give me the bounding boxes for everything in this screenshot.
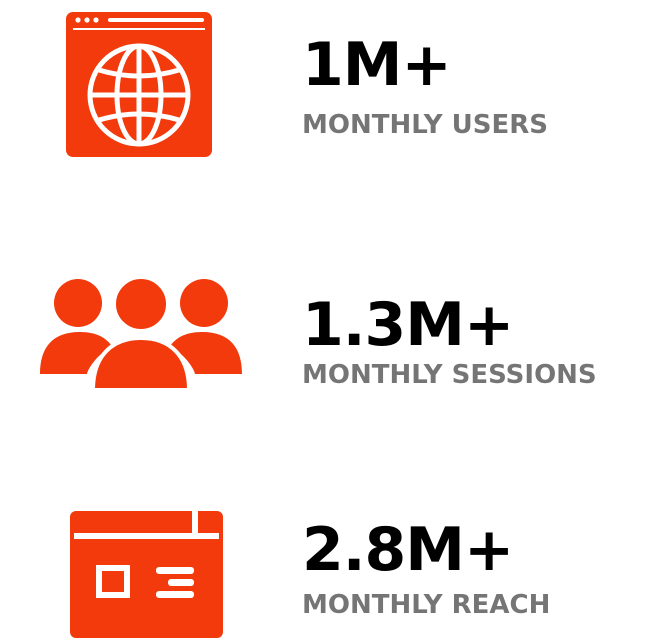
users-group-icon bbox=[40, 276, 242, 390]
stat-value-sessions: 1.3M+ bbox=[302, 290, 514, 360]
browser-globe-icon bbox=[66, 12, 212, 157]
stat-value-users: 1M+ bbox=[302, 30, 452, 100]
stat-value-reach: 2.8M+ bbox=[302, 515, 514, 585]
web-page-layout-icon bbox=[70, 511, 223, 638]
stat-label-sessions: MONTHLY SESSIONS bbox=[302, 360, 597, 390]
stat-label-reach: MONTHLY REACH bbox=[302, 590, 551, 620]
stat-label-users: MONTHLY USERS bbox=[302, 110, 548, 140]
